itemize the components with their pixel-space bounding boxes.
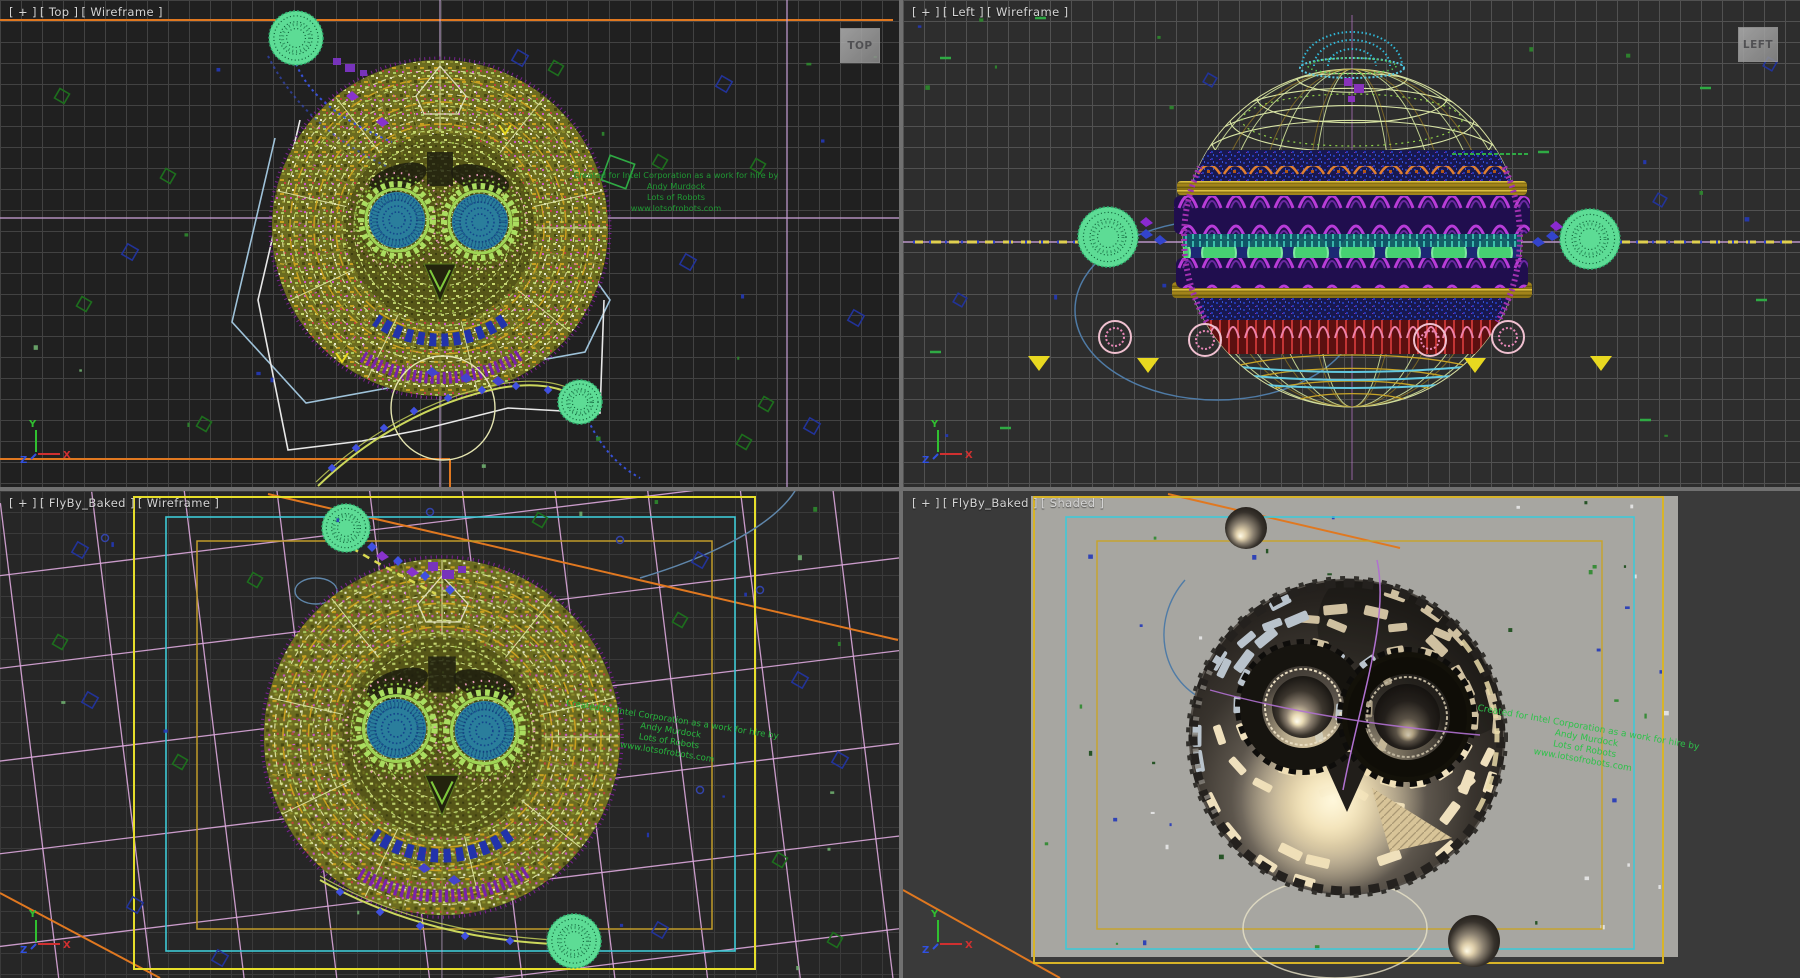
watermark-line: Created for Intel Corporation as a work … xyxy=(574,170,779,180)
axis-label-y: Y xyxy=(930,419,939,430)
wireframe-sphere-model[interactable] xyxy=(262,557,622,917)
axis-label-z: Z xyxy=(20,945,27,956)
viewport-label: [ + ][ FlyBy_Baked ][ Wireframe ] xyxy=(9,496,222,510)
viewport-layout: Created for Intel Corporation as a work … xyxy=(0,0,1800,978)
viewport-flyby-wireframe[interactable]: Created for Intel Corporation as a work … xyxy=(0,491,899,978)
scene-top-view: Created for Intel Corporation as a work … xyxy=(0,0,899,487)
wireframe-sphere-model[interactable] xyxy=(270,58,610,398)
viewport-shading-menu[interactable]: [ Shaded ] xyxy=(1041,496,1105,510)
viewport-shading-menu[interactable]: [ Wireframe ] xyxy=(81,5,162,19)
axis-label-y: Y xyxy=(28,909,37,920)
satellite-sphere-wire[interactable] xyxy=(547,914,601,968)
satellite-sphere-wire[interactable] xyxy=(322,504,370,552)
viewport-shading-menu[interactable]: [ Wireframe ] xyxy=(138,496,219,510)
viewport-view-menu[interactable]: [ FlyBy_Baked ] xyxy=(40,496,135,510)
viewcube[interactable]: LEFT xyxy=(1738,27,1778,62)
viewport-menu-button[interactable]: [ + ] xyxy=(9,5,37,19)
viewport-view-menu[interactable]: [ Top ] xyxy=(40,5,79,19)
scene-left-view: Y X Z xyxy=(903,0,1800,487)
viewport-menu-button[interactable]: [ + ] xyxy=(912,496,940,510)
viewport-view-menu[interactable]: [ Left ] xyxy=(943,5,984,19)
axis-label-z: Z xyxy=(922,945,929,956)
satellite-sphere-wire[interactable] xyxy=(558,380,602,424)
axis-label-x: X xyxy=(63,940,71,951)
viewport-label: [ + ][ FlyBy_Baked ][ Shaded ] xyxy=(912,496,1107,510)
viewcube[interactable]: TOP xyxy=(840,28,880,63)
axis-label-x: X xyxy=(965,450,973,461)
viewport-menu-button[interactable]: [ + ] xyxy=(9,496,37,510)
axis-label-x: X xyxy=(965,940,973,951)
viewport-left[interactable]: Y X Z [ + ][ Left ][ Wireframe ] LEFT xyxy=(903,0,1800,487)
axis-label-x: X xyxy=(63,450,71,461)
axis-gizmo: Y X Z xyxy=(922,419,973,466)
watermark-line: www.lotsofrobots.com xyxy=(631,203,722,213)
watermark-line: Lots of Robots xyxy=(647,192,705,202)
scene-flyby-wireframe: Created for Intel Corporation as a work … xyxy=(0,491,899,978)
axis-label-z: Z xyxy=(20,455,27,466)
axis-label-y: Y xyxy=(930,909,939,920)
watermark-text: Created for Intel Corporation as a work … xyxy=(1471,704,1701,786)
satellite-sphere-wire[interactable] xyxy=(269,11,323,65)
viewport-flyby-shaded[interactable]: Created for Intel Corporation as a work … xyxy=(903,491,1800,978)
satellite-sphere-wire[interactable] xyxy=(1078,207,1138,267)
satellite-sphere-wire[interactable] xyxy=(1560,209,1620,269)
viewport-menu-button[interactable]: [ + ] xyxy=(912,5,940,19)
scene-flyby-shaded: Created for Intel Corporation as a work … xyxy=(903,491,1800,978)
axis-label-z: Z xyxy=(922,455,929,466)
watermark-line: Andy Murdock xyxy=(647,181,706,191)
viewport-view-menu[interactable]: [ FlyBy_Baked ] xyxy=(943,496,1038,510)
axis-label-y: Y xyxy=(28,419,37,430)
viewport-label: [ + ][ Top ][ Wireframe ] xyxy=(9,5,166,19)
viewport-top[interactable]: Created for Intel Corporation as a work … xyxy=(0,0,899,487)
viewport-label: [ + ][ Left ][ Wireframe ] xyxy=(912,5,1072,19)
viewport-shading-menu[interactable]: [ Wireframe ] xyxy=(987,5,1068,19)
